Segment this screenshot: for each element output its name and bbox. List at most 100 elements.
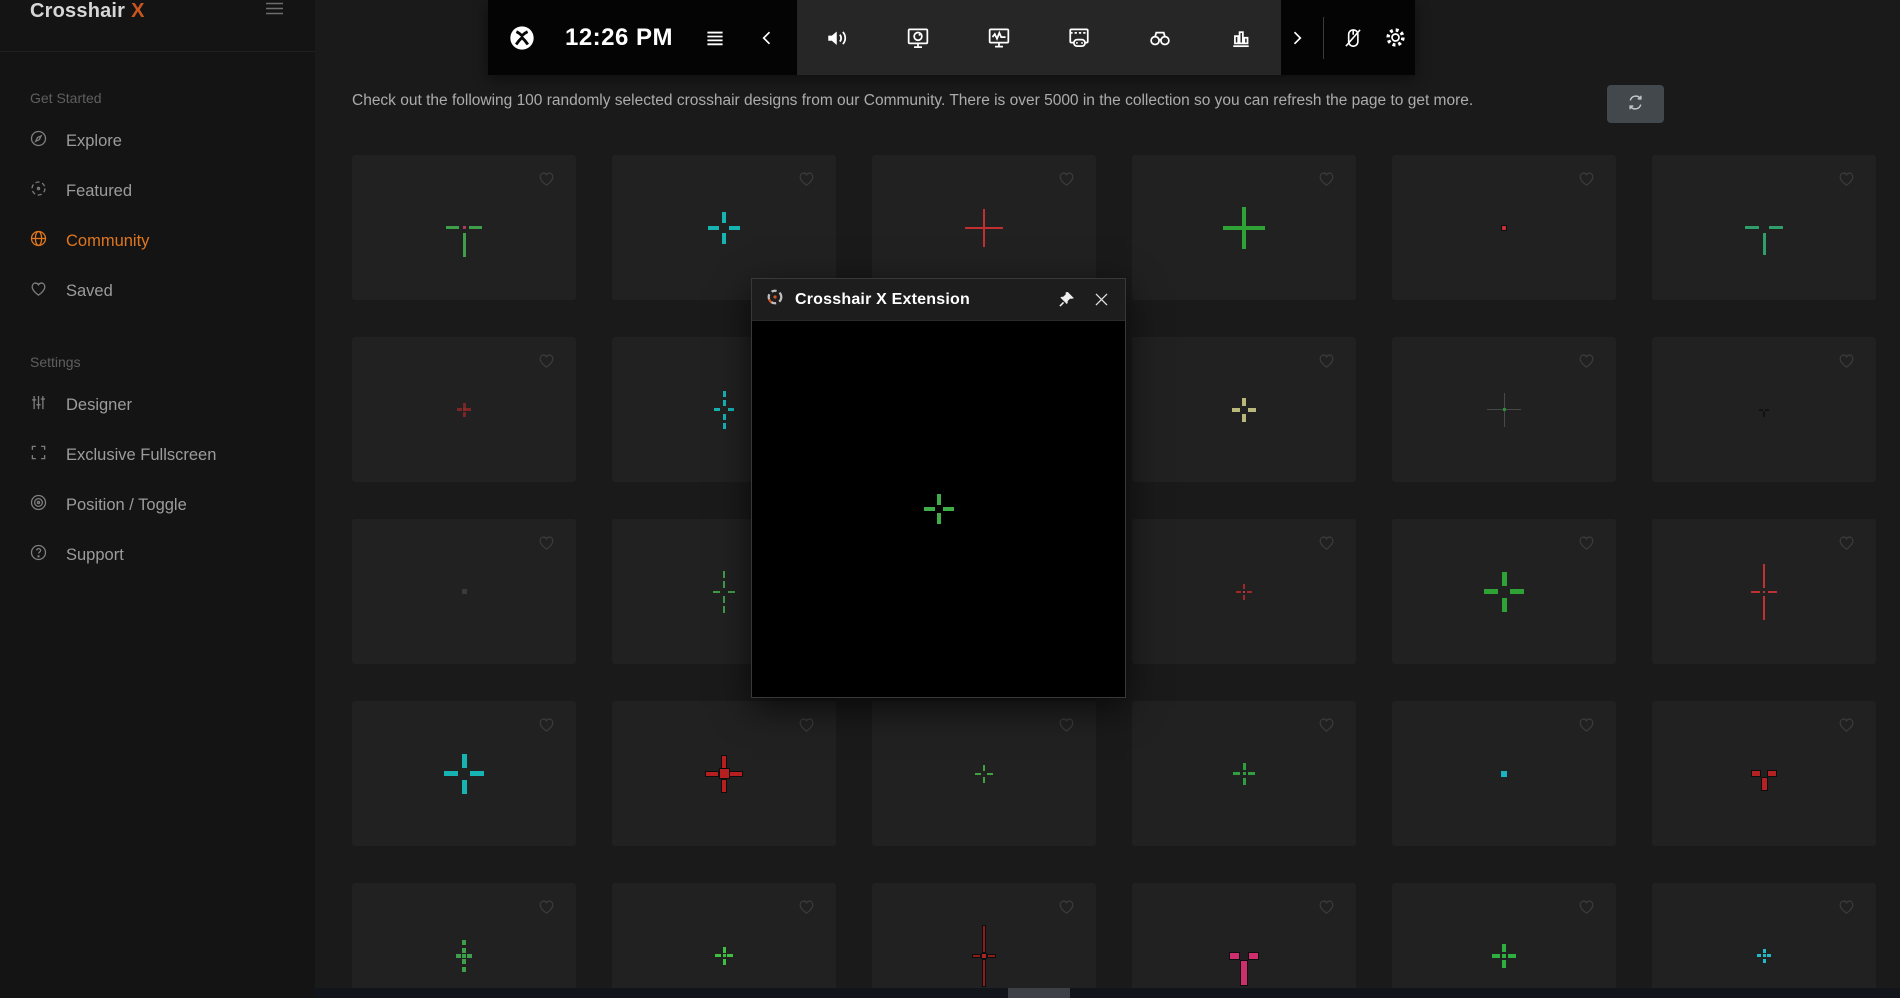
favorite-heart-icon[interactable] bbox=[795, 168, 817, 190]
favorite-heart-icon[interactable] bbox=[1315, 896, 1337, 918]
settings-gear-icon[interactable] bbox=[1382, 24, 1409, 51]
refresh-icon bbox=[1626, 93, 1645, 115]
gallery-icon[interactable] bbox=[1065, 24, 1093, 52]
crosshair-card[interactable] bbox=[1652, 883, 1876, 998]
close-icon[interactable] bbox=[1089, 288, 1113, 312]
extension-window-title: Crosshair X Extension bbox=[795, 291, 1043, 309]
sidebar-item-designer[interactable]: Designer bbox=[0, 380, 315, 430]
crosshair-preview bbox=[1212, 378, 1276, 442]
favorite-heart-icon[interactable] bbox=[1315, 350, 1337, 372]
crosshair-preview bbox=[1212, 560, 1276, 624]
crosshair-preview bbox=[432, 560, 496, 624]
sidebar: CrosshairX Get StartedExploreFeaturedCom… bbox=[0, 0, 315, 998]
sidebar-header: CrosshairX bbox=[0, 0, 315, 52]
resources-icon[interactable] bbox=[1227, 24, 1255, 52]
crosshair-card[interactable] bbox=[1392, 519, 1616, 664]
crosshair-card[interactable] bbox=[1392, 883, 1616, 998]
sidebar-item-exclusive-fullscreen[interactable]: Exclusive Fullscreen bbox=[0, 430, 315, 480]
favorite-heart-icon[interactable] bbox=[795, 896, 817, 918]
crosshair-card[interactable] bbox=[1652, 519, 1876, 664]
performance-icon[interactable] bbox=[985, 24, 1013, 52]
crosshair-card[interactable] bbox=[1392, 337, 1616, 482]
crosshair-card[interactable] bbox=[1132, 883, 1356, 998]
xbox-logo-icon[interactable] bbox=[508, 24, 536, 52]
sidebar-item-community[interactable]: Community bbox=[0, 216, 315, 266]
crosshair-card[interactable] bbox=[352, 883, 576, 998]
sidebar-item-explore[interactable]: Explore bbox=[0, 116, 315, 166]
favorite-heart-icon[interactable] bbox=[1835, 532, 1857, 554]
favorite-heart-icon[interactable] bbox=[535, 532, 557, 554]
favorite-heart-icon[interactable] bbox=[1315, 532, 1337, 554]
crosshair-card[interactable] bbox=[1392, 155, 1616, 300]
crosshair-card[interactable] bbox=[612, 883, 836, 998]
favorite-heart-icon[interactable] bbox=[535, 896, 557, 918]
horizontal-scrollbar[interactable] bbox=[315, 988, 1900, 998]
crosshair-preview bbox=[1472, 560, 1536, 624]
crosshair-card[interactable] bbox=[1392, 701, 1616, 846]
fullscreen-icon bbox=[28, 442, 49, 468]
heart-icon bbox=[28, 278, 49, 304]
looking-for-group-icon[interactable] bbox=[1146, 24, 1174, 52]
community-description: Check out the following 100 randomly sel… bbox=[352, 92, 1473, 110]
sidebar-item-position-toggle[interactable]: Position / Toggle bbox=[0, 480, 315, 530]
favorite-heart-icon[interactable] bbox=[1835, 714, 1857, 736]
favorite-heart-icon[interactable] bbox=[1575, 896, 1597, 918]
collapse-left-chevron-icon[interactable] bbox=[757, 28, 777, 48]
crosshair-preview bbox=[692, 560, 756, 624]
favorite-heart-icon[interactable] bbox=[535, 168, 557, 190]
favorite-heart-icon[interactable] bbox=[1055, 714, 1077, 736]
crosshair-preview bbox=[432, 378, 496, 442]
crosshair-preview bbox=[1212, 924, 1276, 988]
favorite-heart-icon[interactable] bbox=[795, 714, 817, 736]
crosshair-card[interactable] bbox=[352, 337, 576, 482]
extension-titlebar[interactable]: Crosshair X Extension bbox=[752, 279, 1125, 321]
crosshair-card[interactable] bbox=[1652, 701, 1876, 846]
favorite-heart-icon[interactable] bbox=[535, 350, 557, 372]
pin-icon[interactable] bbox=[1054, 288, 1078, 312]
hamburger-menu-icon[interactable] bbox=[266, 2, 283, 20]
sidebar-section-label: Settings bbox=[30, 354, 315, 370]
crosshair-card[interactable] bbox=[1132, 519, 1356, 664]
favorite-heart-icon[interactable] bbox=[1835, 168, 1857, 190]
widget-menu-icon[interactable] bbox=[702, 25, 728, 51]
crosshair-card[interactable] bbox=[352, 155, 576, 300]
crosshair-card[interactable] bbox=[352, 519, 576, 664]
globe-icon bbox=[28, 228, 49, 254]
sidebar-item-label: Featured bbox=[66, 182, 132, 201]
crosshair-card[interactable] bbox=[872, 883, 1096, 998]
favorite-heart-icon[interactable] bbox=[1575, 714, 1597, 736]
extension-preview-area bbox=[752, 321, 1125, 697]
favorite-heart-icon[interactable] bbox=[1315, 714, 1337, 736]
crosshair-preview bbox=[1472, 742, 1536, 806]
expand-right-chevron-icon[interactable] bbox=[1287, 28, 1307, 48]
crosshair-preview bbox=[1472, 196, 1536, 260]
favorite-heart-icon[interactable] bbox=[1575, 168, 1597, 190]
favorite-heart-icon[interactable] bbox=[1055, 896, 1077, 918]
xbox-game-bar: 12:26 PM bbox=[488, 0, 1415, 75]
favorite-heart-icon[interactable] bbox=[1575, 532, 1597, 554]
mouse-passthrough-icon[interactable] bbox=[1340, 25, 1366, 51]
crosshair-card[interactable] bbox=[612, 701, 836, 846]
scrollbar-thumb[interactable] bbox=[1008, 988, 1070, 998]
crosshair-card[interactable] bbox=[352, 701, 576, 846]
sidebar-item-support[interactable]: Support bbox=[0, 530, 315, 580]
favorite-heart-icon[interactable] bbox=[1055, 168, 1077, 190]
sidebar-item-saved[interactable]: Saved bbox=[0, 266, 315, 316]
capture-icon[interactable] bbox=[904, 24, 932, 52]
crosshair-card[interactable] bbox=[1132, 337, 1356, 482]
favorite-heart-icon[interactable] bbox=[535, 714, 557, 736]
crosshair-card[interactable] bbox=[1652, 337, 1876, 482]
crosshair-card[interactable] bbox=[872, 701, 1096, 846]
favorite-heart-icon[interactable] bbox=[1835, 896, 1857, 918]
crosshair-card[interactable] bbox=[1132, 155, 1356, 300]
crosshair-card[interactable] bbox=[1652, 155, 1876, 300]
crosshair-card[interactable] bbox=[1132, 701, 1356, 846]
audio-icon[interactable] bbox=[823, 24, 851, 52]
favorite-heart-icon[interactable] bbox=[1315, 168, 1337, 190]
favorite-heart-icon[interactable] bbox=[1835, 350, 1857, 372]
refresh-button[interactable] bbox=[1607, 85, 1664, 123]
app-logo: CrosshairX bbox=[30, 0, 145, 22]
gamebar-widget-section bbox=[797, 0, 1281, 75]
sidebar-item-featured[interactable]: Featured bbox=[0, 166, 315, 216]
favorite-heart-icon[interactable] bbox=[1575, 350, 1597, 372]
